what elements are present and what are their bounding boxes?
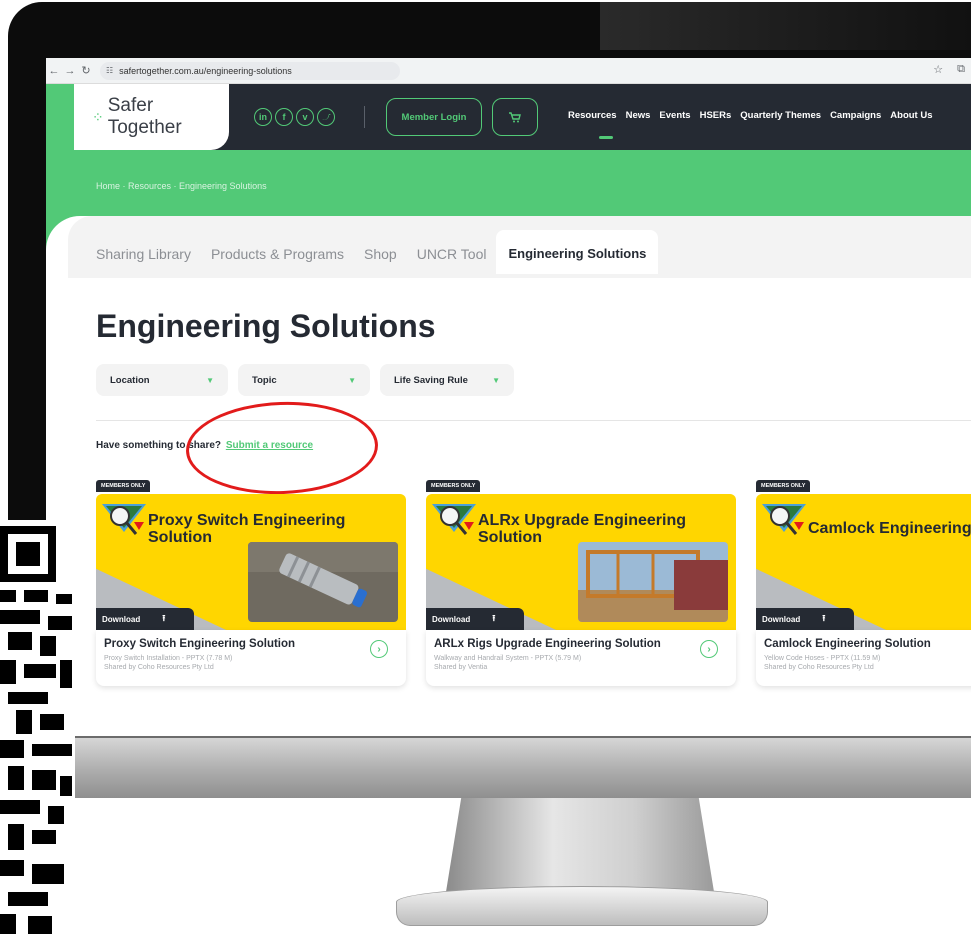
tab-shop[interactable]: Shop — [354, 230, 407, 274]
nav-quarterly-themes[interactable]: Quarterly Themes — [740, 110, 821, 121]
card-meta: Walkway and Handrail System - PPTX (5.79… — [434, 654, 581, 672]
resource-card[interactable]: MEMBERS ONLY Proxy Switch Engineering So… — [96, 480, 406, 686]
chevron-down-icon: ▼ — [206, 375, 214, 385]
reload-icon[interactable]: ↻ — [78, 64, 94, 77]
browser-screen: ← → ↻ ☷ safertogether.com.au/engineering… — [46, 58, 971, 740]
site-logo[interactable]: ⁘ Safer Together — [74, 84, 229, 150]
card-details: ARLx Rigs Upgrade Engineering Solution W… — [426, 630, 736, 686]
thumbnail-title: Proxy Switch Engineering Solution — [148, 512, 346, 546]
rig-platform-photo — [578, 542, 728, 622]
card-title[interactable]: Camlock Engineering Solution — [764, 638, 931, 650]
bookmark-star-icon[interactable]: ☆ — [933, 63, 943, 76]
nav-resources[interactable]: Resources — [568, 110, 617, 121]
page-title: Engineering Solutions — [96, 308, 436, 344]
card-thumbnail: Proxy Switch Engineering Solution Downlo… — [96, 494, 406, 630]
members-only-badge: MEMBERS ONLY — [426, 480, 481, 492]
download-icon: ⭱ — [492, 613, 496, 623]
download-label: Download — [102, 614, 141, 624]
header-green-edge — [46, 84, 74, 150]
engineering-solutions-logo-icon — [432, 504, 476, 535]
download-button[interactable]: Download ⭱ — [756, 608, 854, 630]
active-nav-indicator — [599, 136, 613, 139]
qr-code — [0, 520, 72, 934]
monitor-stand-foot — [396, 886, 768, 926]
monitor-chin — [75, 738, 971, 798]
engineering-solutions-logo-icon — [102, 504, 146, 535]
social-links: in f v — [254, 108, 335, 126]
chevron-down-icon: ▼ — [348, 375, 356, 385]
card-meta: Proxy Switch Installation - PPTX (7.78 M… — [104, 654, 232, 672]
members-only-badge: MEMBERS ONLY — [756, 480, 811, 492]
tab-engineering-solutions[interactable]: Engineering Solutions — [496, 230, 659, 274]
proxy-switch-photo — [248, 542, 398, 622]
thumbnail-title: Camlock Engineering — [808, 520, 971, 537]
chevron-right-icon[interactable]: › — [370, 640, 388, 658]
card-shared-by: Shared by Ventia — [434, 664, 488, 671]
cart-button[interactable] — [492, 98, 538, 136]
logo-text: Safer Together — [107, 95, 182, 138]
nav-hsers[interactable]: HSERs — [700, 110, 732, 121]
logo-mark-icon: ⁘ — [92, 108, 104, 125]
tabs: Sharing Library Products & Programs Shop… — [96, 230, 659, 274]
forward-icon[interactable]: → — [62, 65, 78, 77]
main-nav: Resources News Events HSERs Quarterly Th… — [568, 110, 933, 121]
monitor-mockup: ← → ↻ ☷ safertogether.com.au/engineering… — [0, 0, 971, 934]
location-filter[interactable]: Location ▼ — [96, 364, 228, 396]
chevron-down-icon: ▼ — [492, 375, 500, 385]
life-saving-rule-filter[interactable]: Life Saving Rule ▼ — [380, 364, 514, 396]
tab-uncr-tool[interactable]: UNCR Tool — [407, 230, 497, 274]
site-settings-icon[interactable]: ☷ — [106, 66, 113, 75]
nav-events[interactable]: Events — [659, 110, 690, 121]
download-button[interactable]: Download ⭱ — [96, 608, 194, 630]
tab-sharing-library[interactable]: Sharing Library — [96, 230, 201, 274]
address-bar[interactable]: ☷ safertogether.com.au/engineering-solut… — [100, 61, 400, 80]
download-icon: ⭱ — [162, 613, 166, 623]
card-file-info: Walkway and Handrail System - PPTX (5.79… — [434, 655, 582, 662]
download-icon: ⭱ — [822, 613, 826, 623]
chevron-right-icon[interactable]: › — [700, 640, 718, 658]
card-file-info: Proxy Switch Installation - PPTX (7.78 M… — [104, 655, 233, 662]
topic-filter[interactable]: Topic ▼ — [238, 364, 370, 396]
card-details: Proxy Switch Engineering Solution Proxy … — [96, 630, 406, 686]
topic-filter-label: Topic — [252, 374, 277, 386]
facebook-icon[interactable]: f — [275, 108, 293, 126]
engineering-solutions-logo-icon — [762, 504, 806, 535]
card-shared-by: Shared by Coho Resources Pty Ltd — [104, 664, 214, 671]
nav-campaigns[interactable]: Campaigns — [830, 110, 881, 121]
location-filter-label: Location — [110, 374, 150, 386]
download-label: Download — [762, 614, 801, 624]
nav-news[interactable]: News — [626, 110, 651, 121]
tab-products-programs[interactable]: Products & Programs — [201, 230, 354, 274]
card-title[interactable]: Proxy Switch Engineering Solution — [104, 638, 295, 650]
vimeo-icon[interactable]: v — [296, 108, 314, 126]
download-label: Download — [432, 614, 471, 624]
card-shared-by: Shared by Coho Resources Pty Ltd — [764, 664, 874, 671]
nav-about-us[interactable]: About Us — [890, 110, 932, 121]
card-file-info: Yellow Code Hoses - PPTX (11.59 M) — [764, 655, 881, 662]
breadcrumb[interactable]: Home · Resources · Engineering Solutions — [96, 181, 267, 191]
member-login-button[interactable]: Member Login — [386, 98, 482, 136]
life-saving-rule-filter-label: Life Saving Rule — [394, 374, 468, 386]
resource-card[interactable]: MEMBERS ONLY Camlock Engineering Downloa… — [756, 480, 971, 686]
members-only-badge: MEMBERS ONLY — [96, 480, 151, 492]
twitter-icon[interactable] — [317, 108, 335, 126]
browser-toolbar: ← → ↻ ☷ safertogether.com.au/engineering… — [46, 58, 971, 84]
bezel-reflection — [600, 2, 971, 50]
card-thumbnail: Camlock Engineering Download ⭱ — [756, 494, 971, 630]
card-title[interactable]: ARLx Rigs Upgrade Engineering Solution — [434, 638, 661, 650]
resource-card[interactable]: MEMBERS ONLY ALRx Upgrade Engineering So… — [426, 480, 736, 686]
extensions-icon[interactable]: ⧉ — [957, 63, 965, 76]
cart-icon — [509, 111, 521, 122]
header-divider — [364, 106, 365, 128]
card-thumbnail: ALRx Upgrade Engineering Solution Downlo… — [426, 494, 736, 630]
url-text: safertogether.com.au/engineering-solutio… — [119, 65, 292, 76]
download-button[interactable]: Download ⭱ — [426, 608, 524, 630]
thumbnail-title: ALRx Upgrade Engineering Solution — [478, 512, 687, 546]
linkedin-icon[interactable]: in — [254, 108, 272, 126]
card-details: Camlock Engineering Solution Yellow Code… — [756, 630, 971, 686]
card-meta: Yellow Code Hoses - PPTX (11.59 M) Share… — [764, 654, 880, 672]
filter-bar: Location ▼ Topic ▼ Life Saving Rule ▼ — [96, 364, 514, 396]
monitor-stand-neck — [445, 798, 715, 898]
back-icon[interactable]: ← — [46, 65, 62, 77]
